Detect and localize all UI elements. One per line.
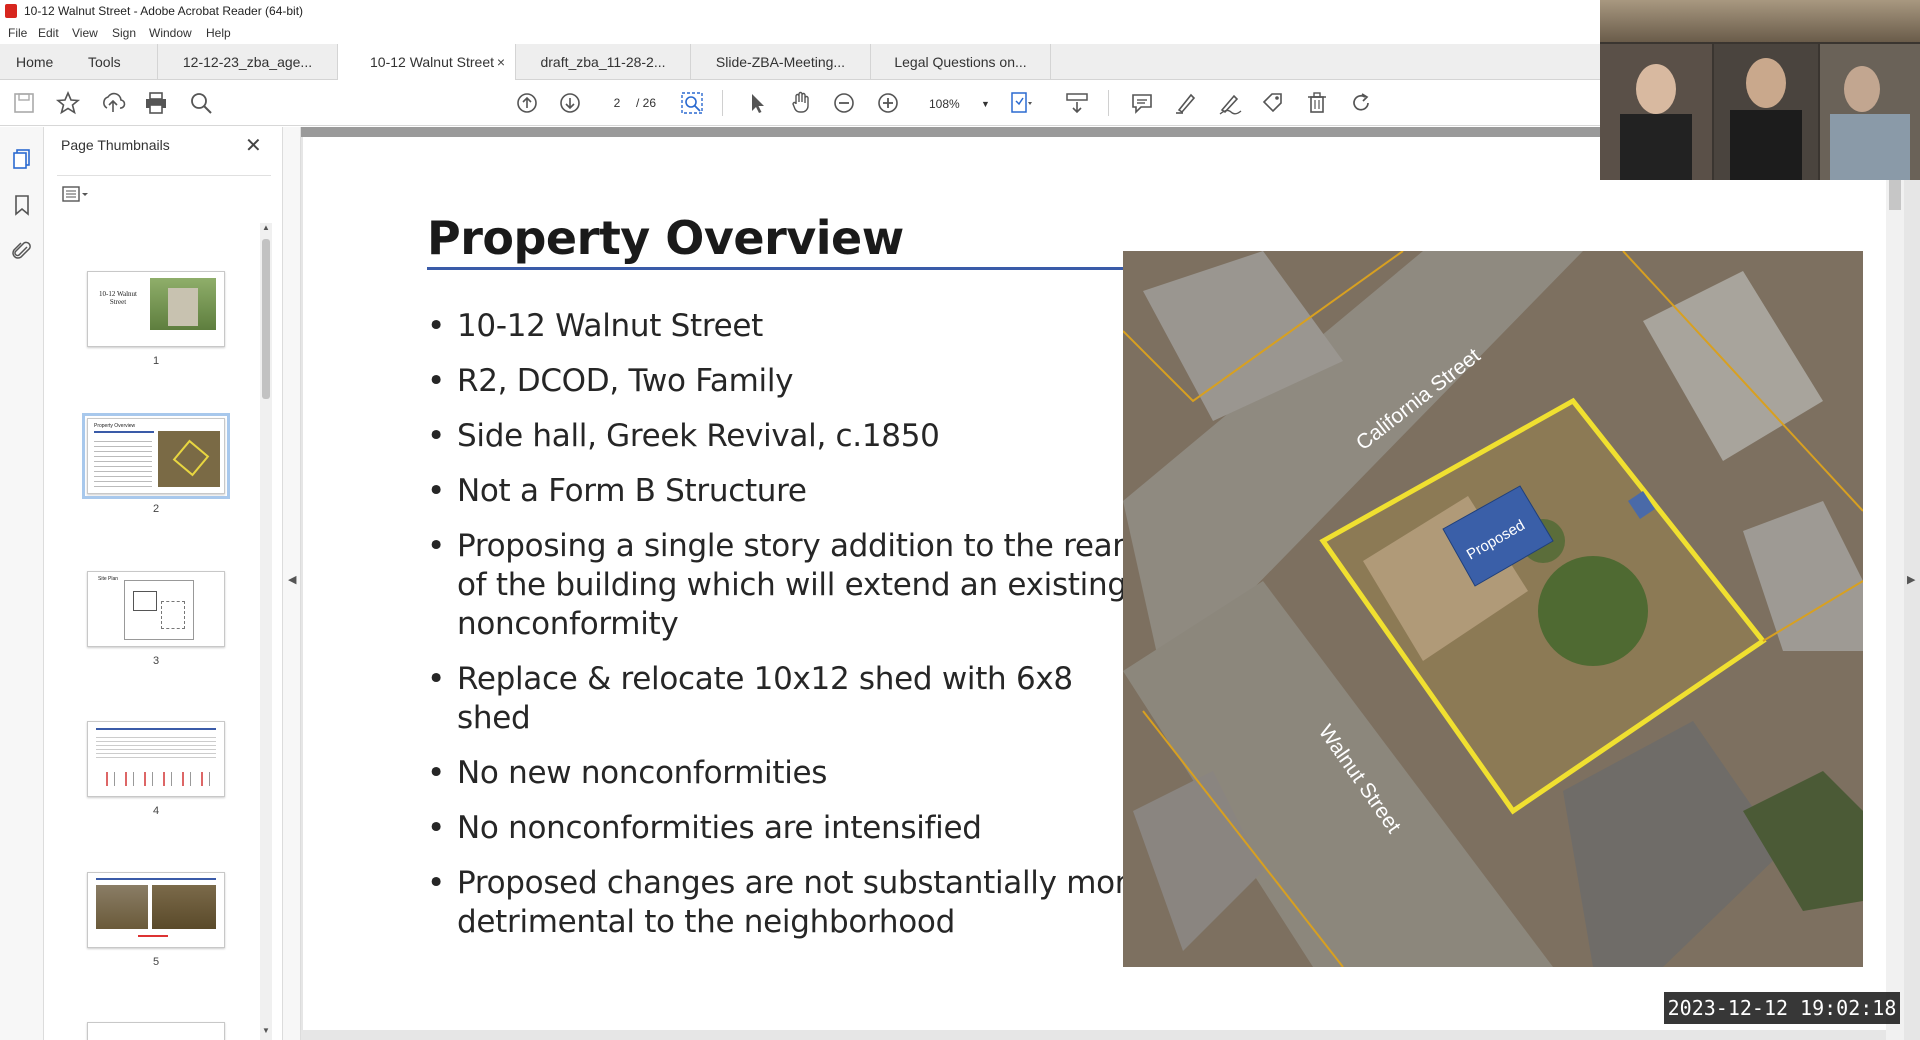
bullet-item: Not a Form B Structure <box>427 472 1147 511</box>
tab-home[interactable]: Home <box>4 44 65 80</box>
zoom-select[interactable]: 108% ▼ <box>918 91 996 115</box>
fit-page-icon[interactable] <box>1008 90 1034 116</box>
tab-document-slide-zba[interactable]: Slide-ZBA-Meeting... <box>691 44 871 80</box>
bullet-item: No new nonconformities <box>427 754 1147 793</box>
star-icon[interactable] <box>55 90 81 116</box>
page-thumbnail-4[interactable] <box>87 721 225 797</box>
thumbnail-label: 1 <box>152 355 160 367</box>
thumbnail-options-icon[interactable] <box>61 183 91 205</box>
tree-canopy <box>1538 556 1648 666</box>
print-icon[interactable] <box>143 90 169 116</box>
hand-icon[interactable] <box>788 90 814 116</box>
bullet-list: 10-12 Walnut Street R2, DCOD, Two Family… <box>427 307 1147 958</box>
toolbar-divider <box>1108 90 1109 116</box>
document-scrollbar[interactable] <box>1886 170 1904 1040</box>
bullet-item: Side hall, Greek Revival, c.1850 <box>427 417 1147 456</box>
comment-icon[interactable] <box>1129 90 1155 116</box>
page-thumbnails-icon[interactable] <box>10 147 34 171</box>
document-view: Property Overview 10-12 Walnut Street R2… <box>301 127 1920 1040</box>
page-thumbnail-1[interactable]: 10-12 Walnut Street <box>87 271 225 347</box>
video-conference-overlay <box>1600 0 1920 180</box>
close-tab-icon[interactable]: × <box>497 44 505 80</box>
tab-document-legal-questions[interactable]: Legal Questions on... <box>871 44 1051 80</box>
prev-page-icon[interactable] <box>514 90 540 116</box>
page-count: / 26 <box>636 96 657 110</box>
next-page-arrow-icon[interactable]: ▶ <box>1907 573 1915 586</box>
scrollbar-thumb[interactable] <box>262 239 270 399</box>
tab-tools[interactable]: Tools <box>76 44 158 80</box>
tab-document-draft-zba[interactable]: draft_zba_11-28-2... <box>516 44 691 80</box>
bullet-item: R2, DCOD, Two Family <box>427 362 1147 401</box>
save-icon[interactable] <box>11 90 37 116</box>
collapse-arrow-icon[interactable]: ◀ <box>288 573 296 586</box>
menu-edit[interactable]: Edit <box>38 22 59 44</box>
menu-file[interactable]: File <box>8 22 27 44</box>
acrobat-app-icon <box>5 4 17 18</box>
bullet-item: Proposing a single story addition to the… <box>427 527 1147 644</box>
thumbnail-title: 10-12 Walnut Street <box>99 290 137 306</box>
page-thumbnails-panel: Page Thumbnails ✕ 10-12 Walnut Street 1 … <box>45 127 283 1040</box>
thumbnail-label: 4 <box>152 805 160 817</box>
panel-divider <box>57 175 271 176</box>
participant-video <box>1600 44 1712 180</box>
scroll-down-icon[interactable]: ▼ <box>262 1026 270 1035</box>
stamp-icon[interactable] <box>1260 90 1286 116</box>
zoom-in-icon[interactable] <box>875 90 901 116</box>
aerial-map-image: Proposed California Street Walnut Street <box>1123 251 1863 967</box>
tab-label: 10-12 Walnut Street <box>370 54 494 70</box>
thumbnail-label: 5 <box>152 956 160 968</box>
menu-view[interactable]: View <box>72 22 98 44</box>
page-thumbnail-2[interactable]: Property Overview <box>82 413 230 499</box>
select-arrow-icon[interactable] <box>744 90 770 116</box>
chevron-down-icon: ▼ <box>981 99 990 109</box>
thumbnail-photo <box>150 278 216 330</box>
delete-icon[interactable] <box>1304 90 1330 116</box>
thumbnail-title: Site Plan <box>98 576 119 582</box>
bullet-item: No nonconformities are intensified <box>427 809 1147 848</box>
pdf-page: Property Overview 10-12 Walnut Street R2… <box>303 137 1893 1030</box>
thumbnail-label: 2 <box>152 503 160 515</box>
toolbar-divider <box>722 90 723 116</box>
zoom-value: 108% <box>929 97 960 111</box>
bullet-item: Replace & relocate 10x12 shed with 6x8 s… <box>427 660 1147 738</box>
menu-sign[interactable]: Sign <box>112 22 136 44</box>
highlight-icon[interactable] <box>1173 90 1199 116</box>
room-camera-feed <box>1600 0 1920 42</box>
thumbnails-scrollbar[interactable]: ▲ ▼ <box>260 223 272 1040</box>
participant-video <box>1714 44 1818 180</box>
bullet-item: Proposed changes are not substantially m… <box>427 864 1147 942</box>
menu-window[interactable]: Window <box>149 22 192 44</box>
menu-help[interactable]: Help <box>206 22 231 44</box>
title-underline <box>427 267 1167 270</box>
thumbnail-title: Property Overview <box>94 423 136 429</box>
bullet-item: 10-12 Walnut Street <box>427 307 1147 346</box>
thumbnail-label: 3 <box>152 655 160 667</box>
panel-collapse-handle[interactable]: ◀ <box>283 127 301 1040</box>
panel-title: Page Thumbnails <box>61 137 170 153</box>
zoom-out-icon[interactable] <box>831 90 857 116</box>
attachment-icon[interactable] <box>10 239 34 263</box>
page-thumbnail-3[interactable]: Site Plan <box>87 571 225 647</box>
scroll-mode-icon[interactable] <box>1064 90 1090 116</box>
rotate-icon[interactable] <box>1348 90 1374 116</box>
page-thumbnail-6[interactable] <box>87 1022 225 1040</box>
sign-icon[interactable] <box>1217 90 1243 116</box>
upload-icon[interactable] <box>100 90 126 116</box>
window-title: 10-12 Walnut Street - Adobe Acrobat Read… <box>24 4 304 18</box>
participant-video <box>1820 44 1920 180</box>
scrollbar-thumb[interactable] <box>1889 180 1901 210</box>
recording-timestamp: 2023-12-12 19:02:18 <box>1664 992 1900 1024</box>
tab-document-walnut-street[interactable]: 10-12 Walnut Street × <box>338 44 516 81</box>
scroll-up-icon[interactable]: ▲ <box>262 223 270 232</box>
find-icon[interactable] <box>679 90 705 116</box>
left-navigation-rail <box>0 127 44 1040</box>
slide-title: Property Overview <box>427 211 904 265</box>
bookmark-icon[interactable] <box>10 193 34 217</box>
search-icon[interactable] <box>188 90 214 116</box>
next-page-icon[interactable] <box>557 90 583 116</box>
close-panel-icon[interactable]: ✕ <box>245 133 262 158</box>
tab-document-agenda[interactable]: 12-12-23_zba_age... <box>158 44 338 80</box>
page-number-input[interactable] <box>600 91 634 115</box>
page-thumbnail-5[interactable] <box>87 872 225 948</box>
